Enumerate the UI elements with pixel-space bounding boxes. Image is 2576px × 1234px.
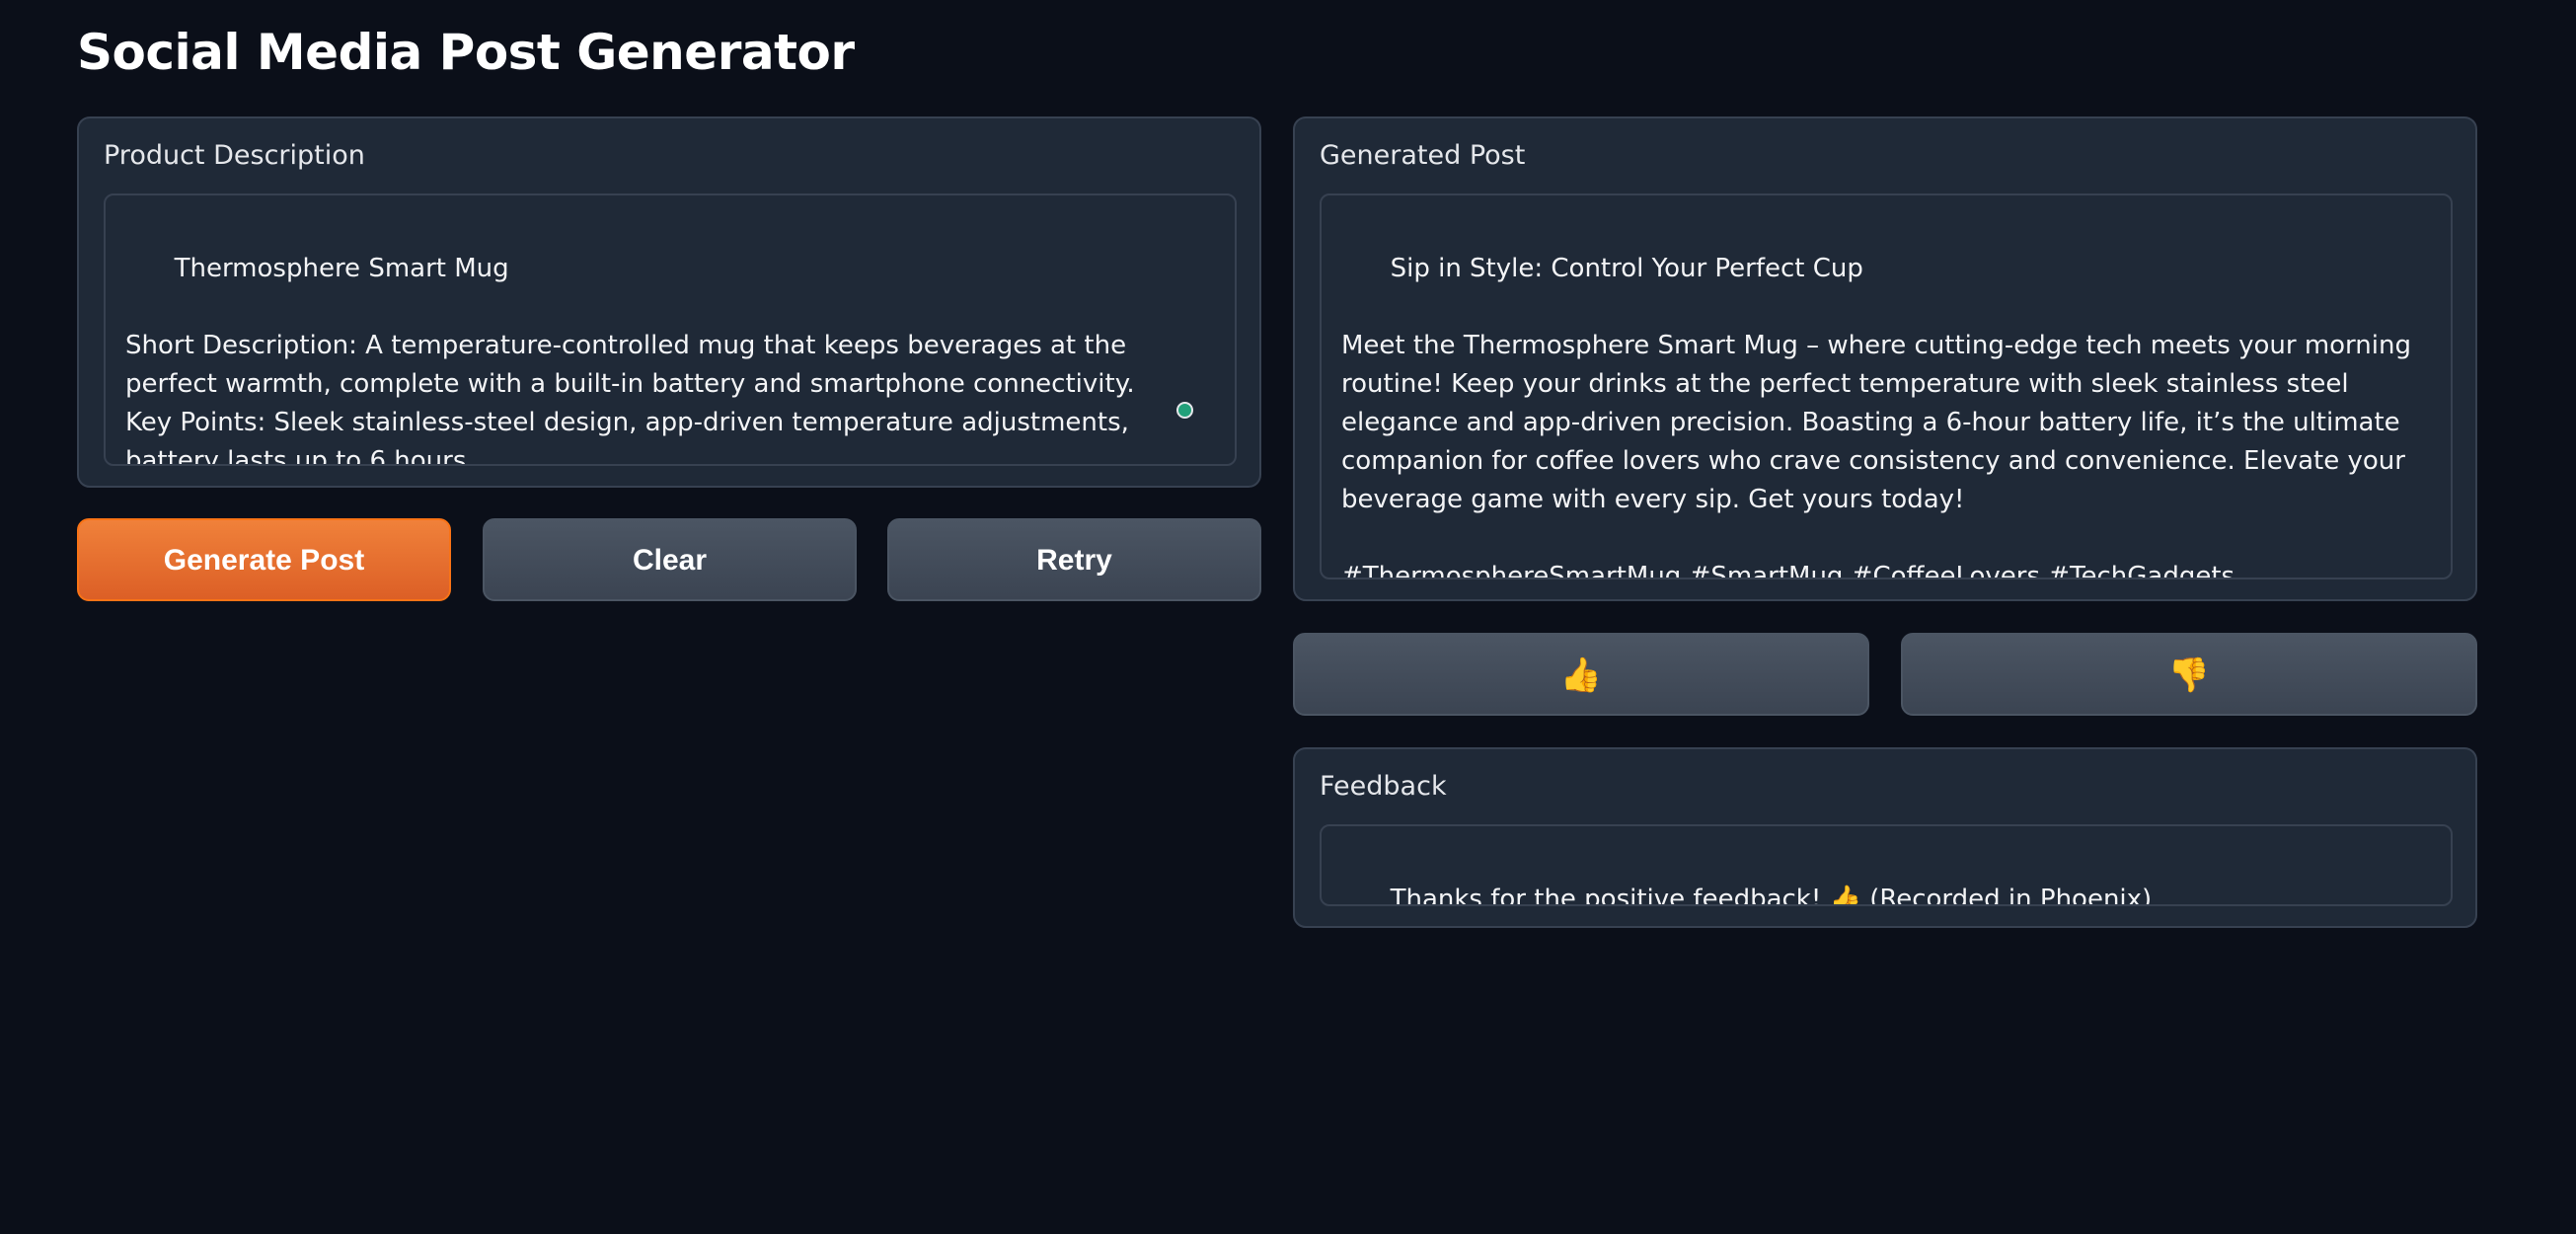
thumbs-up-button[interactable]: 👍 (1293, 633, 1869, 716)
resize-handle-icon[interactable] (1217, 446, 1233, 462)
resize-handle-icon[interactable] (2433, 560, 2449, 576)
retry-button[interactable]: Retry (887, 518, 1261, 601)
generate-post-button[interactable]: Generate Post (77, 518, 451, 601)
thumbs-down-icon: 👎 (2167, 656, 2211, 694)
status-dot-icon (1176, 402, 1193, 419)
resize-handle-icon[interactable] (2433, 887, 2449, 902)
app-root: Social Media Post Generator Product Desc… (0, 0, 2576, 1234)
generated-post-label: Generated Post (1320, 140, 1526, 171)
clear-button[interactable]: Clear (483, 518, 857, 601)
generated-post-panel: Generated Post Sip in Style: Control You… (1293, 116, 2477, 601)
page-title: Social Media Post Generator (77, 24, 855, 81)
feedback-output[interactable]: Thanks for the positive feedback! 👍 (Rec… (1320, 824, 2453, 906)
generated-post-text: Sip in Style: Control Your Perfect Cup M… (1341, 254, 2411, 579)
feedback-label: Feedback (1320, 771, 1447, 802)
generated-post-output[interactable]: Sip in Style: Control Your Perfect Cup M… (1320, 193, 2453, 579)
thumbs-down-button[interactable]: 👎 (1901, 633, 2477, 716)
feedback-panel: Feedback Thanks for the positive feedbac… (1293, 747, 2477, 928)
feedback-text: Thanks for the positive feedback! 👍 (Rec… (1390, 885, 2153, 906)
product-description-text: Thermosphere Smart Mug Short Description… (125, 254, 1135, 466)
product-description-panel: Product Description Thermosphere Smart M… (77, 116, 1261, 488)
product-description-label: Product Description (104, 140, 365, 171)
thumbs-up-icon: 👍 (1559, 656, 1603, 694)
product-description-input[interactable]: Thermosphere Smart Mug Short Description… (104, 193, 1237, 466)
